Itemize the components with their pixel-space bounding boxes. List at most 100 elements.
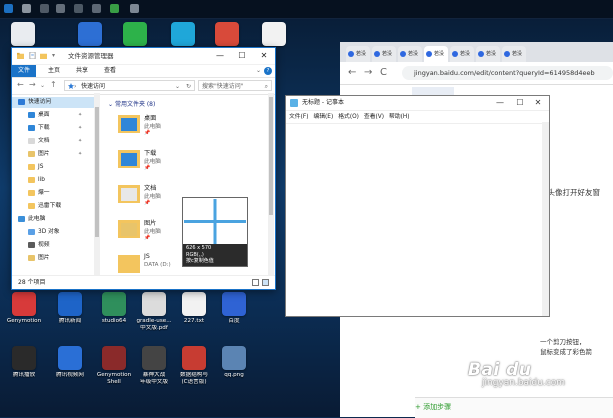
desktop-shortcut-4[interactable] [161,22,205,48]
add-step-button[interactable]: + 添加步骤 [415,402,451,412]
reload-icon[interactable]: C [380,67,387,78]
pin-icon: 📌 [144,165,151,171]
back-arrow-icon[interactable]: ← [17,80,24,89]
url-bar[interactable]: jingyan.baidu.com/edit/content?queryId=6… [402,66,613,80]
taskbar-app-icon-2[interactable] [22,4,31,13]
desktop-shortcut[interactable]: qq.png [212,346,256,379]
pictures-folder-icon [118,220,140,238]
folder-item[interactable]: 下载 此电脑 📌 [118,144,238,178]
tab-share[interactable]: 共享 [72,65,92,77]
group-header[interactable]: ⌄ 常用文件夹 (8) [108,99,155,108]
desktop-shortcut[interactable]: 227.txt [172,292,216,325]
nav-item[interactable]: 迅雷下载 [12,201,94,212]
nav-item[interactable]: 此电脑 [12,214,94,225]
up-arrow-icon[interactable]: ↑ [50,80,57,89]
taskbar-app-icon-7[interactable] [110,4,119,13]
desktop-shortcut-2[interactable] [68,22,112,48]
notepad-title-bar[interactable]: 无标题 - 记事本 — ☐ ✕ [286,96,549,111]
folder-folder-icon [118,255,140,273]
menu-item[interactable]: 编辑(E) [313,114,333,120]
desktop-shortcut[interactable]: Genymotion Shell [92,346,136,386]
desktop-shortcut[interactable]: studio64 [92,292,136,325]
nav-item[interactable]: 下载 ✦ [12,123,94,134]
desktop-shortcut[interactable]: 暴神大战 年级中文版 [132,346,176,386]
explorer-close-button[interactable]: ✕ [253,48,275,64]
properties-icon[interactable] [29,52,36,59]
details-view-icon[interactable] [252,279,259,286]
nav-pane-scrollbar[interactable] [94,93,100,276]
nav-item[interactable]: 文档 ✦ [12,136,94,147]
content-scrollbar-thumb[interactable] [269,97,273,215]
address-dropdown-icon[interactable]: ⌄ [175,81,180,92]
nav-item[interactable]: 爆一 [12,188,94,199]
menu-item[interactable]: 文件(F) [289,114,308,120]
explorer-maximize-button[interactable]: ☐ [231,48,253,64]
address-path-field[interactable]: › 快速访问 ⌄ ↻ [64,80,195,91]
tab-file[interactable]: 文件 [12,65,36,77]
content-scrollbar[interactable] [268,93,274,276]
explorer-search-input[interactable]: 搜索"快速访问" ⌕ [198,80,272,91]
notepad-scrollbar[interactable] [542,122,549,316]
picker-info: 626 x 570 RGB(,,) 按c复制色值 [183,244,247,266]
browser-tab[interactable]: 若没 [450,46,474,62]
taskbar-app-icon-3[interactable] [40,4,49,13]
taskbar-app-icon-8[interactable] [130,4,139,13]
notepad-text-area[interactable] [286,122,549,316]
explorer-minimize-button[interactable]: — [209,48,231,64]
desktop-shortcut-5[interactable] [205,22,249,48]
nav-item[interactable]: 快速访问 [12,97,94,108]
forward-arrow-icon[interactable]: → [29,80,36,89]
large-icons-view-icon[interactable] [262,279,269,286]
help-icon[interactable]: ? [264,67,272,75]
menu-item[interactable]: 查看(V) [364,114,384,120]
desktop-shortcut[interactable]: gradle-use... 中文版.pdf [132,292,176,332]
minimize-button[interactable]: — [491,96,509,110]
desktop-shortcut[interactable]: 腾讯播放 [2,346,46,379]
nav-pane-scrollbar-thumb[interactable] [95,107,99,237]
browser-tab[interactable]: 若没 [346,46,370,62]
explorer-title-bar[interactable]: ▾ 文件资源管理器 — ☐ ✕ [12,48,275,65]
desktop-shortcut[interactable]: 百度 [212,292,256,325]
nav-item[interactable]: 图片 ✦ [12,149,94,160]
browser-tab[interactable]: 若没 [398,46,422,62]
desktop-shortcut[interactable]: 数据结构与 (C语言版) [172,346,216,386]
nav-item[interactable]: JS [12,162,94,173]
forward-icon[interactable]: → [364,67,372,78]
maximize-button[interactable]: ☐ [511,96,529,110]
nav-item[interactable]: 视频 [12,240,94,251]
close-button[interactable]: ✕ [529,96,547,110]
nav-item[interactable]: lib [12,175,94,186]
tab-home[interactable]: 主页 [44,65,64,77]
browser-tab[interactable]: 若没 [476,46,500,62]
folder-item[interactable]: 桌面 此电脑 📌 [118,109,238,143]
desktop-shortcut-6[interactable] [252,22,296,48]
taskbar-app-icon-5[interactable] [74,4,83,13]
back-icon[interactable]: ← [348,67,356,78]
taskbar-app-icon-1[interactable] [4,4,13,13]
menu-item[interactable]: 帮助(H) [389,114,409,120]
desktop-shortcut[interactable]: 腾讯视频网 [48,346,92,379]
desktop-shortcut[interactable]: 腾讯新闻 [48,292,92,325]
nav-item[interactable]: 3D 对象 [12,227,94,238]
nav-item-label: 迅雷下载 [38,203,62,209]
desktop-shortcut-1[interactable] [1,22,45,48]
tab-view[interactable]: 查看 [100,65,120,77]
quick-access-dropdown-icon[interactable]: ▾ [52,48,55,64]
nav-item[interactable]: 桌面 ✦ [12,110,94,121]
taskbar-app-icon-4[interactable] [56,4,65,13]
editor-footer: + 添加步骤 [415,397,613,418]
recent-locations-icon[interactable]: ⌄ [40,82,45,89]
ribbon-expand-icon[interactable]: ⌄ [256,65,261,77]
browser-tab[interactable]: 若没 [502,46,526,62]
new-folder-icon[interactable] [40,52,47,59]
refresh-icon[interactable]: ↻ [186,81,191,92]
browser-tab[interactable]: 若没 [424,46,448,62]
nav-item[interactable]: 图片 [12,253,94,264]
menu-item[interactable]: 格式(O) [338,114,359,120]
taskbar-app-icon-6[interactable] [92,4,101,13]
desktop-shortcut[interactable]: Genymotion [2,292,46,325]
folder-badge [121,118,137,131]
desktop-shortcut-3[interactable] [113,22,157,48]
desktop-shortcut-label: 数据结构与 [180,372,208,378]
browser-tab[interactable]: 若没 [372,46,396,62]
